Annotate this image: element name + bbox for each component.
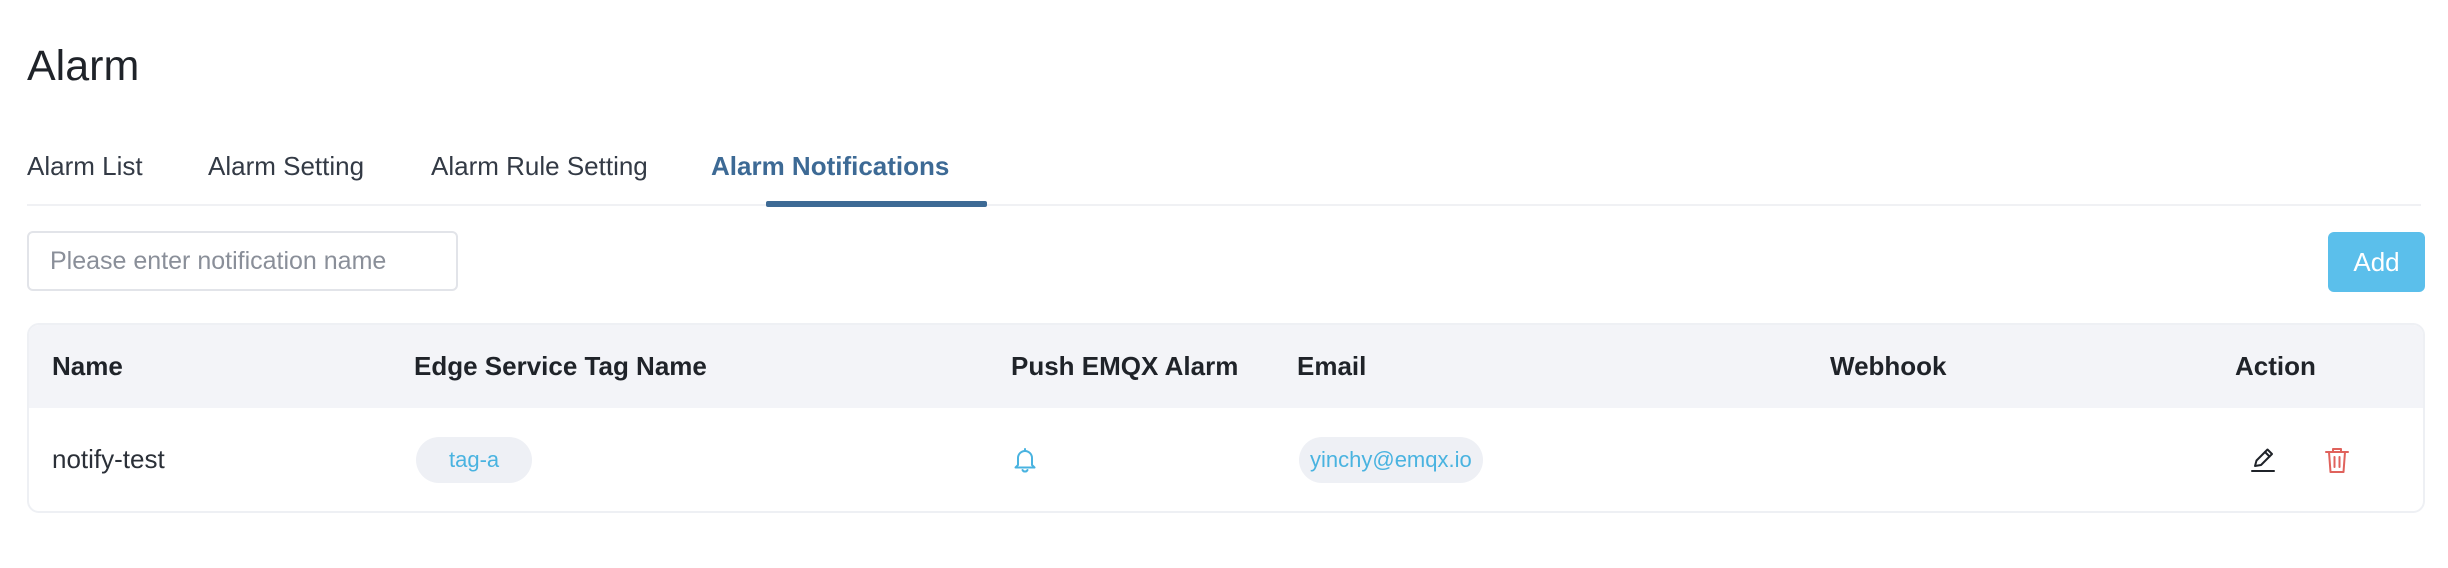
column-header-webhook: Webhook (1830, 351, 1947, 381)
table-row: notify-test tag-a yinchy@emqx.io (29, 408, 2423, 511)
column-header-edge-service-tag-name: Edge Service Tag Name (414, 351, 707, 381)
cell-email: yinchy@emqx.io (1299, 408, 1483, 511)
column-header-action: Action (2235, 351, 2316, 381)
cell-tags: tag-a (416, 408, 533, 511)
tab-bar: Alarm List Alarm Setting Alarm Rule Sett… (27, 140, 2421, 207)
add-button[interactable]: Add (2328, 232, 2425, 292)
column-header-push-emqx-alarm: Push EMQX Alarm (1011, 351, 1239, 381)
edit-icon[interactable] (2245, 442, 2281, 478)
column-header-email: Email (1297, 351, 1367, 381)
active-tab-indicator (766, 201, 987, 207)
bell-icon (1012, 446, 1038, 474)
page-title: Alarm (27, 42, 140, 90)
tab-alarm-setting[interactable]: Alarm Setting (208, 146, 364, 186)
search-input[interactable] (27, 231, 458, 291)
cell-name: notify-test (52, 444, 165, 474)
tab-alarm-rule-setting[interactable]: Alarm Rule Setting (431, 146, 648, 186)
cell-push-emqx-alarm (1012, 408, 1038, 511)
tag-pill: tag-a (416, 436, 533, 483)
tab-alarm-notifications[interactable]: Alarm Notifications (711, 146, 949, 186)
tab-alarm-list[interactable]: Alarm List (27, 146, 143, 186)
email-pill: yinchy@emqx.io (1299, 436, 1483, 483)
notifications-table: Name Edge Service Tag Name Push EMQX Ala… (27, 323, 2425, 513)
column-header-name: Name (52, 351, 123, 381)
cell-action (2245, 408, 2355, 511)
table-header: Name Edge Service Tag Name Push EMQX Ala… (29, 325, 2423, 408)
delete-icon[interactable] (2319, 442, 2355, 478)
